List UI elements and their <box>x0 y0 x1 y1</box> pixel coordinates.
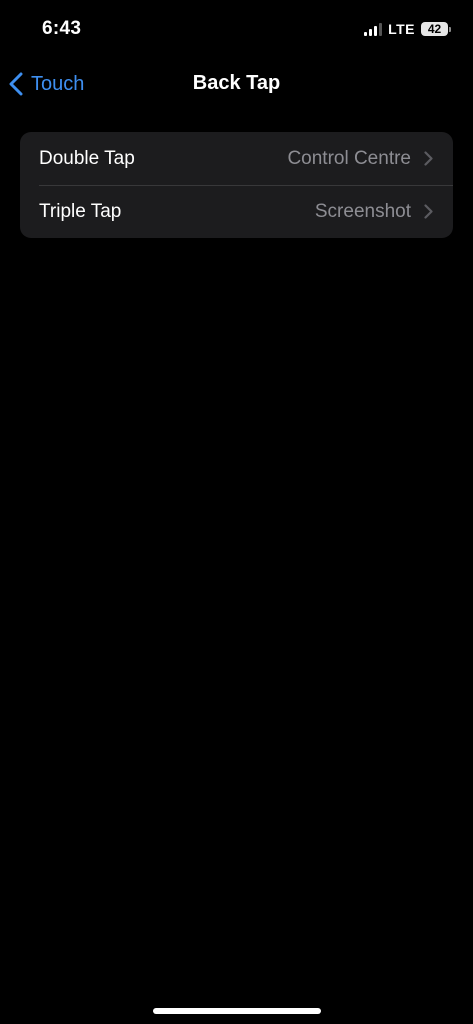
battery-icon: 42 <box>421 22 451 36</box>
chevron-right-icon <box>424 204 433 219</box>
home-indicator[interactable] <box>153 1008 321 1014</box>
triple-tap-label: Triple Tap <box>39 200 122 222</box>
double-tap-label: Double Tap <box>39 147 135 169</box>
status-time: 6:43 <box>42 18 82 39</box>
status-bar: 6:43 LTE 42 <box>0 0 473 60</box>
back-tap-settings-group: Double Tap Control Centre Triple Tap Scr… <box>20 132 453 238</box>
double-tap-row[interactable]: Double Tap Control Centre <box>20 132 453 185</box>
chevron-right-icon <box>424 151 433 166</box>
triple-tap-value: Screenshot <box>314 200 411 222</box>
battery-level: 42 <box>421 22 448 36</box>
page-title: Back Tap <box>192 72 281 94</box>
status-indicators: LTE 42 <box>364 21 451 37</box>
navigation-bar: Touch Back Tap <box>0 60 473 108</box>
carrier-label: LTE <box>388 21 415 37</box>
double-tap-value: Control Centre <box>287 147 411 169</box>
triple-tap-row[interactable]: Triple Tap Screenshot <box>20 185 453 238</box>
cellular-signal-icon <box>364 22 383 36</box>
